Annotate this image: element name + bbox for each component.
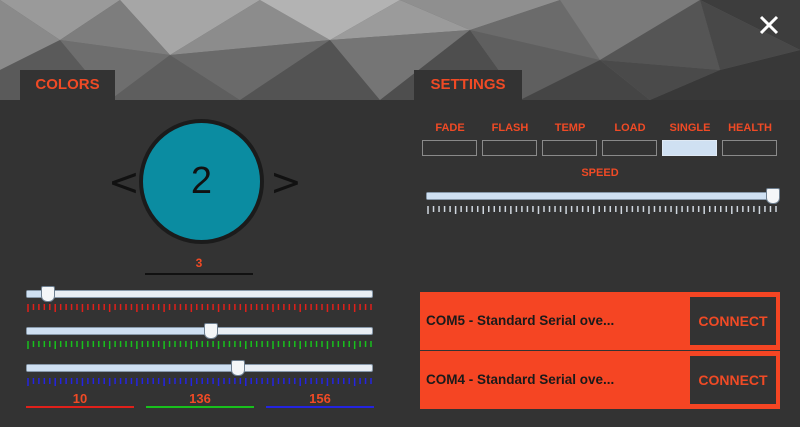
connect-button[interactable]: CONNECT — [690, 356, 776, 404]
mode-button-single[interactable] — [662, 140, 717, 156]
speed-slider-ticks — [427, 206, 777, 214]
color-preview-circle: 2 — [139, 119, 264, 244]
mode-button-health[interactable] — [722, 140, 777, 156]
connect-button[interactable]: CONNECT — [690, 297, 776, 345]
blue-slider-thumb[interactable] — [231, 360, 246, 376]
mode-label-single: SINGLE — [669, 122, 711, 134]
mode-button-temp[interactable] — [542, 140, 597, 156]
blue-slider-fill — [27, 365, 238, 371]
serial-port-row: COM4 - Standard Serial ove... CONNECT — [420, 351, 780, 409]
blue-value-underline — [266, 406, 374, 408]
red-slider[interactable] — [26, 290, 373, 298]
tab-settings[interactable]: SETTINGS — [414, 70, 522, 100]
speed-slider-fill — [427, 193, 777, 199]
green-value: 136 — [189, 391, 211, 406]
blue-value: 156 — [309, 391, 331, 406]
red-slider-thumb[interactable] — [41, 286, 56, 302]
green-slider[interactable] — [26, 327, 373, 335]
red-slider-fill — [27, 291, 41, 297]
mode-label-temp: TEMP — [554, 122, 586, 134]
serial-port-name: COM4 - Standard Serial ove... — [426, 372, 615, 387]
red-slider-ticks — [27, 304, 372, 312]
speed-slider-thumb[interactable] — [766, 188, 780, 204]
red-value: 10 — [72, 391, 88, 406]
mode-button-flash[interactable] — [482, 140, 537, 156]
color-count-label: 3 — [195, 256, 203, 270]
mode-label-health: HEALTH — [728, 122, 772, 134]
close-icon[interactable] — [756, 12, 782, 38]
mode-label-load: LOAD — [614, 122, 646, 134]
green-slider-thumb[interactable] — [204, 323, 219, 339]
green-slider-fill — [27, 328, 210, 334]
tab-colors[interactable]: COLORS — [20, 70, 115, 100]
red-value-underline — [26, 406, 134, 408]
mode-label-flash: FLASH — [491, 122, 529, 134]
header-banner — [0, 0, 800, 100]
speed-label: SPEED — [581, 167, 619, 179]
mode-button-load[interactable] — [602, 140, 657, 156]
serial-port-name: COM5 - Standard Serial ove... — [426, 313, 615, 328]
speed-slider[interactable] — [426, 192, 778, 200]
serial-port-row: COM5 - Standard Serial ove... CONNECT — [420, 292, 780, 350]
color-index: 2 — [190, 160, 213, 202]
previous-color-button[interactable]: < — [108, 160, 140, 204]
blue-slider[interactable] — [26, 364, 373, 372]
color-count-underline — [145, 273, 253, 275]
green-value-underline — [146, 406, 254, 408]
green-slider-ticks — [27, 341, 372, 349]
mode-label-fade: FADE — [435, 122, 465, 134]
blue-slider-ticks — [27, 378, 372, 386]
mode-button-fade[interactable] — [422, 140, 477, 156]
next-color-button[interactable]: > — [270, 160, 302, 204]
